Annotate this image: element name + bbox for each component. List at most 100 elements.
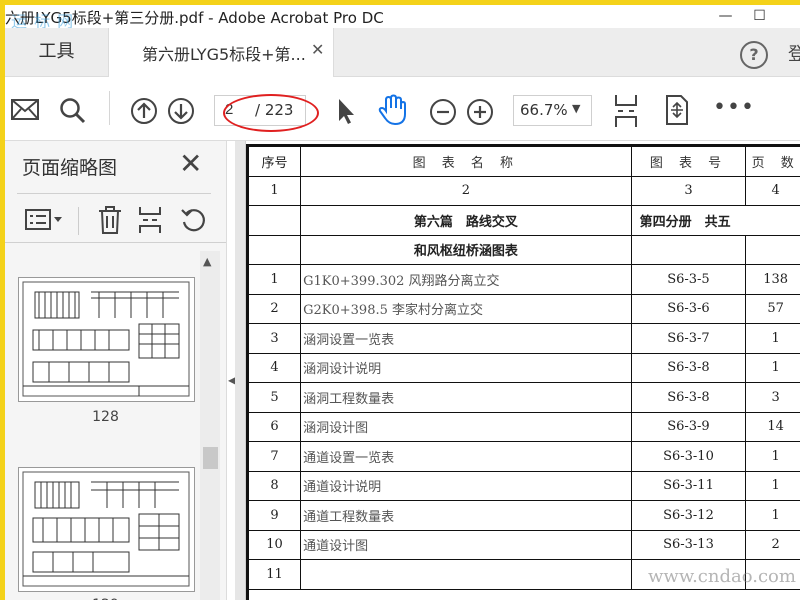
signin-link[interactable]: 登	[788, 40, 800, 66]
item-title: G1K0+399.302 风翔路分离立交	[300, 264, 632, 295]
rotate-icon[interactable]	[180, 206, 208, 234]
divider	[5, 242, 226, 243]
item-pages: 1	[745, 323, 800, 354]
email-icon[interactable]	[11, 99, 39, 121]
table-row: 8 通道设计说明 S6-3-11 1	[247, 470, 800, 501]
table-row: 1 G1K0+399.302 风翔路分离立交 S6-3-5 138	[247, 264, 800, 295]
toolbar-separator	[109, 91, 110, 125]
table-cell: 4	[745, 175, 800, 206]
next-page-icon[interactable]	[167, 97, 195, 125]
section-row: 第六篇 路线交叉 第四分册 共五	[247, 205, 800, 236]
table-row: 9 通道工程数量表 S6-3-12 1	[247, 500, 800, 531]
item-code: S6-3-5	[630, 264, 747, 295]
table-body: 1 G1K0+399.302 风翔路分离立交 S6-3-5 138 2 G2K0+398.…	[247, 264, 800, 590]
item-code: S6-3-8	[630, 382, 747, 413]
title-bar: 六册LYG5标段+第三分册.pdf - Adobe Acrobat Pro DC…	[5, 5, 800, 31]
select-arrow-icon[interactable]	[335, 97, 357, 125]
item-title: 通道设计说明	[300, 470, 632, 501]
annotation-ellipse	[223, 94, 319, 132]
item-code: S6-3-6	[630, 293, 747, 324]
item-code: S6-3-7	[630, 323, 747, 354]
page-thumbnail[interactable]	[18, 277, 195, 402]
table-row: 6 涵洞设计图 S6-3-9 14	[247, 411, 800, 442]
panel-title: 页面缩略图	[22, 157, 118, 179]
table-cell	[630, 234, 747, 265]
fit-page-icon[interactable]	[663, 94, 691, 126]
table-cell: 9	[247, 500, 302, 531]
item-title: 涵洞设计图	[300, 411, 632, 442]
tab-document[interactable]: 第六册LYG5标段+第... ✕	[108, 28, 334, 77]
zoom-in-icon[interactable]	[466, 98, 494, 126]
item-code: S6-3-11	[630, 470, 747, 501]
item-code: S6-3-12	[630, 500, 747, 531]
item-code: S6-3-13	[630, 529, 747, 560]
close-icon[interactable]: ✕	[311, 40, 324, 59]
index-row: 1 2 3 4	[247, 175, 800, 206]
tab-document-label: 第六册LYG5标段+第...	[142, 45, 306, 64]
item-title: 通道设置一览表	[300, 441, 632, 472]
table-cell: 7	[247, 441, 302, 472]
delete-icon[interactable]	[97, 205, 123, 235]
help-icon[interactable]: ?	[740, 41, 768, 69]
maximize-button[interactable]: ☐	[737, 5, 782, 28]
table-cell: 10	[247, 529, 302, 560]
subsection-title: 和风枢纽桥涵图表	[300, 234, 632, 265]
column-header: 序号	[247, 146, 302, 177]
table-cell: 8	[247, 470, 302, 501]
item-code: S6-3-10	[630, 441, 747, 472]
item-pages: 14	[745, 411, 800, 442]
table-cell	[247, 205, 302, 236]
thumbnail-drawing	[22, 281, 190, 397]
item-pages: 1	[745, 352, 800, 383]
hand-tool-icon[interactable]	[377, 94, 409, 126]
subsection-row: 和风枢纽桥涵图表	[247, 234, 800, 265]
column-header: 页 数	[745, 146, 800, 177]
tab-bar: 工具 第六册LYG5标段+第... ✕ ? 登	[5, 28, 800, 77]
zoom-value: 66.7%	[520, 101, 568, 119]
thumbnail-scrollbar[interactable]: ▲	[200, 251, 220, 600]
scrollbar-thumb[interactable]	[203, 447, 218, 469]
thumbnail-drawing	[22, 471, 190, 587]
table-row: 4 涵洞设计说明 S6-3-8 1	[247, 352, 800, 383]
table-cell: 3	[630, 175, 747, 206]
search-icon[interactable]	[59, 97, 87, 125]
thumbnail-label: 128	[92, 409, 119, 425]
item-pages: 2	[745, 529, 800, 560]
table-header-row: 序号 图 表 名 称 图 表 号 页 数	[247, 146, 800, 177]
index-table: 序号 图 表 名 称 图 表 号 页 数 1 2 3 4 第六篇 路线交叉 第四…	[247, 146, 800, 590]
toolbar: / 223 66.7% ▼ •••	[5, 77, 800, 141]
table-row: 7 通道设置一览表 S6-3-10 1	[247, 441, 800, 472]
document-viewport[interactable]: 序号 图 表 名 称 图 表 号 页 数 1 2 3 4 第六篇 路线交叉 第四…	[235, 141, 800, 600]
table-cell: 3	[247, 323, 302, 354]
divider	[78, 207, 79, 235]
table-cell: 11	[247, 559, 302, 590]
item-title: G2K0+398.5 李家村分离立交	[300, 293, 632, 324]
table-cell: 1	[247, 175, 302, 206]
page-thumbnail[interactable]	[18, 467, 195, 592]
insert-page-icon[interactable]	[137, 205, 163, 235]
thumbnail-options-icon[interactable]	[25, 209, 65, 231]
chevron-up-icon[interactable]: ▲	[203, 255, 211, 268]
page-break-icon[interactable]	[613, 93, 639, 129]
tab-tools[interactable]: 工具	[5, 28, 108, 76]
item-title: 涵洞设置一览表	[300, 323, 632, 354]
item-pages: 1	[745, 441, 800, 472]
column-header: 图 表 名 称	[300, 146, 632, 177]
table-row: 10 通道设计图 S6-3-13 2	[247, 529, 800, 560]
table-cell: 1	[247, 264, 302, 295]
more-options-icon[interactable]: •••	[713, 95, 755, 120]
table-row: 2 G2K0+398.5 李家村分离立交 S6-3-6 57	[247, 293, 800, 324]
pdf-page: 序号 图 表 名 称 图 表 号 页 数 1 2 3 4 第六篇 路线交叉 第四…	[245, 141, 800, 600]
table-cell: 2	[247, 293, 302, 324]
previous-page-icon[interactable]	[130, 97, 158, 125]
close-icon[interactable]: ✕	[179, 147, 202, 180]
table-cell	[247, 234, 302, 265]
item-code: S6-3-9	[630, 411, 747, 442]
section-code: 第四分册 共五	[630, 205, 800, 236]
zoom-out-icon[interactable]	[429, 98, 457, 126]
item-title: 涵洞工程数量表	[300, 382, 632, 413]
table-cell: 6	[247, 411, 302, 442]
item-pages: 1	[745, 470, 800, 501]
zoom-dropdown[interactable]: 66.7% ▼	[513, 95, 592, 126]
table-row: 5 涵洞工程数量表 S6-3-8 3	[247, 382, 800, 413]
